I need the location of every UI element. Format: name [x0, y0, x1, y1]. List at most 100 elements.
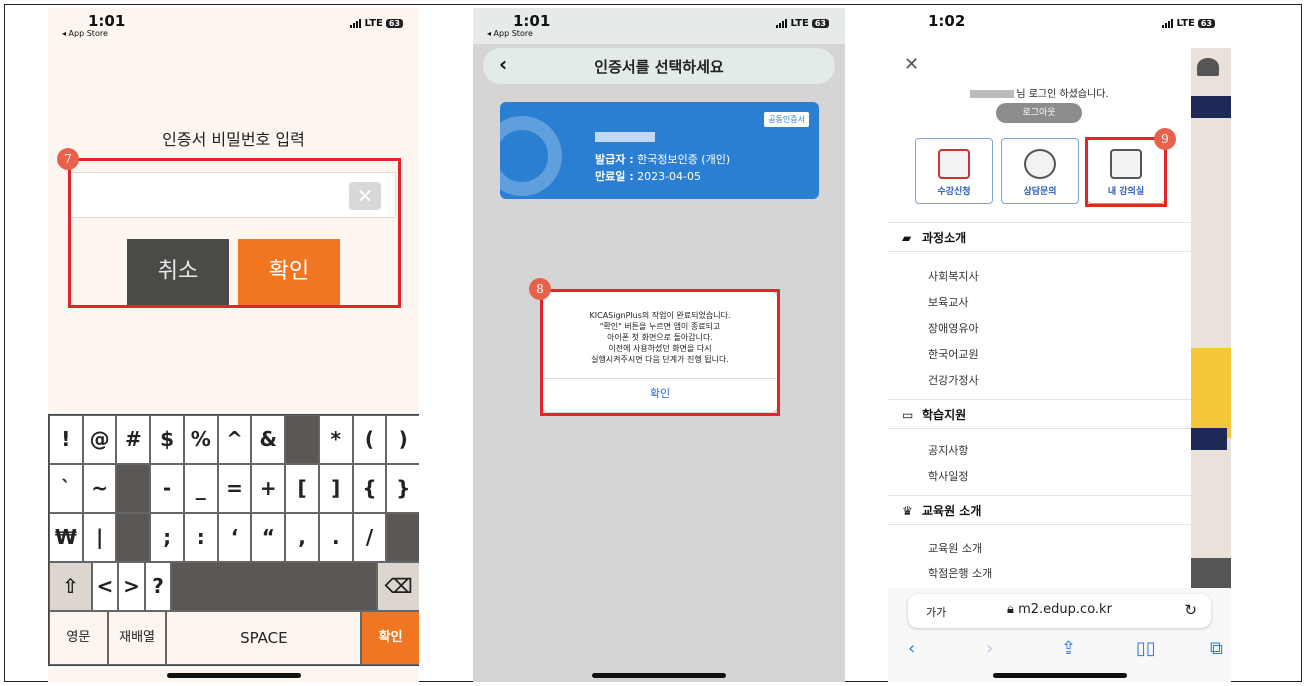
close-icon[interactable]: ✕: [904, 54, 919, 75]
menu-item[interactable]: 한국어교원: [928, 346, 979, 362]
battery-icon: 63: [1197, 19, 1215, 28]
section-header-support[interactable]: ▭ 학습지원: [888, 399, 1191, 429]
section-header-courses[interactable]: ▰ 과정소개: [888, 222, 1191, 252]
menu-item[interactable]: 건강가정사: [928, 372, 979, 388]
page-title: 인증서를 선택하세요: [594, 58, 724, 76]
backspace-icon[interactable]: ⌫: [377, 562, 419, 611]
section-header-about[interactable]: ♛ 교육원 소개: [888, 495, 1191, 525]
step-badge: 7: [57, 148, 79, 170]
menu-item[interactable]: 학사일정: [928, 468, 968, 484]
keyboard-key[interactable]: ?: [144, 562, 172, 611]
keyboard-key[interactable]: +: [251, 464, 286, 513]
keyboard-key[interactable]: .: [318, 513, 353, 562]
keyboard-key[interactable]: ₩: [49, 513, 83, 562]
menu-item[interactable]: 사회복지사: [928, 268, 979, 284]
keyboard-key[interactable]: &: [251, 415, 286, 464]
password-entry-screen: 1:01 ◂ App Store LTE 63 인증서 비밀번호 입력 ✕ 취소…: [48, 8, 419, 682]
keyboard-key[interactable]: #: [116, 415, 151, 464]
section-title: 학습지원: [922, 408, 967, 422]
enroll-strip[interactable]: [1191, 558, 1231, 588]
site-menu-screen: 1:02 LTE 63 ✕ 님 로그인 하셨습니다. 로그아웃 수강신청 상담문…: [888, 8, 1231, 682]
consult-label: 상담문의: [1023, 187, 1057, 197]
back-to-app-store[interactable]: ◂ App Store: [487, 29, 533, 38]
tabs-icon[interactable]: ⧉: [1210, 638, 1223, 659]
keyboard-key[interactable]: ]: [318, 464, 353, 513]
keyboard-key[interactable]: %: [183, 415, 218, 464]
keyboard-key[interactable]: =: [217, 464, 252, 513]
carrier-label: LTE: [790, 18, 809, 29]
home-indicator: [166, 673, 301, 678]
address-bar[interactable]: 가가 🔒︎ m2.edup.co.kr ↻: [908, 594, 1211, 628]
menu-item[interactable]: 공지사항: [928, 442, 968, 458]
home-indicator: [992, 673, 1127, 678]
keyboard-key[interactable]: >: [118, 562, 145, 611]
status-bar: 1:02 LTE 63: [888, 8, 1231, 44]
keyboard-key[interactable]: @: [82, 415, 117, 464]
rearrange-key[interactable]: 재배열: [107, 611, 167, 665]
certificate-owner-blurred: [595, 132, 655, 142]
keyboard-key[interactable]: ~: [82, 464, 117, 513]
status-time: 1:01: [88, 12, 126, 30]
shift-key[interactable]: ⇧: [49, 562, 92, 611]
highlight-box: [1085, 137, 1167, 207]
expiry-value: 2023-04-05: [637, 170, 702, 183]
space-key[interactable]: SPACE: [166, 611, 362, 665]
keyboard-key[interactable]: {: [352, 464, 387, 513]
logout-button[interactable]: 로그아웃: [996, 103, 1082, 123]
back-to-app-store[interactable]: ◂ App Store: [62, 29, 108, 38]
blank-key: [386, 513, 419, 562]
bookmarks-icon[interactable]: ▯▯: [1136, 638, 1156, 659]
keyboard-key[interactable]: -: [150, 464, 184, 513]
keyboard-key[interactable]: /: [352, 513, 387, 562]
keyboard-key[interactable]: ;: [150, 513, 184, 562]
keyboard-key[interactable]: $: [150, 415, 184, 464]
issuer-row: 발급자 : 한국정보인증 (개인): [595, 151, 730, 167]
share-icon[interactable]: ⇪: [1061, 638, 1076, 659]
keyboard-key[interactable]: }: [386, 464, 419, 513]
certificate-card[interactable]: 공동인증서 발급자 : 한국정보인증 (개인) 만료일 : 2023-04-05: [500, 102, 819, 199]
battery-icon: 63: [385, 19, 403, 28]
menu-item[interactable]: 학점은행 소개: [928, 565, 992, 581]
keyboard-row: 영문 재배열 SPACE 확인: [49, 611, 419, 665]
user-icon[interactable]: [1197, 58, 1219, 76]
signal-indicator: LTE 63: [776, 18, 829, 29]
blank-key: [285, 415, 319, 464]
keyboard-key[interactable]: *: [318, 415, 353, 464]
menu-item[interactable]: 보육교사: [928, 294, 968, 310]
signal-icon: [1162, 19, 1174, 28]
header-bar: ‹ 인증서를 선택하세요: [483, 48, 835, 84]
keyboard-key[interactable]: |: [82, 513, 117, 562]
keyboard-key[interactable]: ^: [217, 415, 252, 464]
keyboard-key[interactable]: :: [183, 513, 218, 562]
back-icon[interactable]: ‹: [908, 638, 915, 659]
keyboard-confirm-key[interactable]: 확인: [361, 611, 419, 665]
keyboard-key[interactable]: (: [352, 415, 387, 464]
keyboard-key[interactable]: `: [49, 464, 83, 513]
section-title: 과정소개: [922, 231, 967, 245]
safari-toolbar: 가가 🔒︎ m2.edup.co.kr ↻ ‹ › ⇪ ▯▯ ⧉: [888, 588, 1231, 682]
keyboard-key[interactable]: ‘: [217, 513, 252, 562]
promo-button[interactable]: [1191, 428, 1227, 450]
issuer-value: 한국정보인증 (개인): [637, 153, 731, 166]
expiry-row: 만료일 : 2023-04-05: [595, 168, 701, 184]
book-icon: ▰: [902, 231, 912, 245]
reload-icon[interactable]: ↻: [1184, 601, 1197, 619]
status-bar: 1:01 ◂ App Store LTE 63: [473, 8, 845, 44]
keyboard-key[interactable]: ): [386, 415, 419, 464]
keyboard-key[interactable]: _: [183, 464, 218, 513]
menu-item[interactable]: 장애영유아: [928, 320, 979, 336]
forward-icon[interactable]: ›: [986, 638, 993, 659]
keyboard-key[interactable]: “: [251, 513, 286, 562]
enroll-button[interactable]: 수강신청: [915, 138, 993, 204]
keyboard-key[interactable]: !: [49, 415, 83, 464]
keyboard-key[interactable]: <: [91, 562, 119, 611]
english-key[interactable]: 영문: [49, 611, 108, 665]
menu-item[interactable]: 교육원 소개: [928, 540, 982, 556]
keyboard-key[interactable]: ,: [285, 513, 319, 562]
keyboard-key[interactable]: [: [285, 464, 319, 513]
consult-button[interactable]: 상담문의: [1001, 138, 1079, 204]
laptop-icon: ▭: [902, 408, 914, 422]
keyboard-row: ! @ # $% ^ & *(): [49, 415, 419, 464]
url-text: 🔒︎ m2.edup.co.kr: [908, 602, 1211, 617]
trophy-icon: ♛: [902, 504, 913, 518]
